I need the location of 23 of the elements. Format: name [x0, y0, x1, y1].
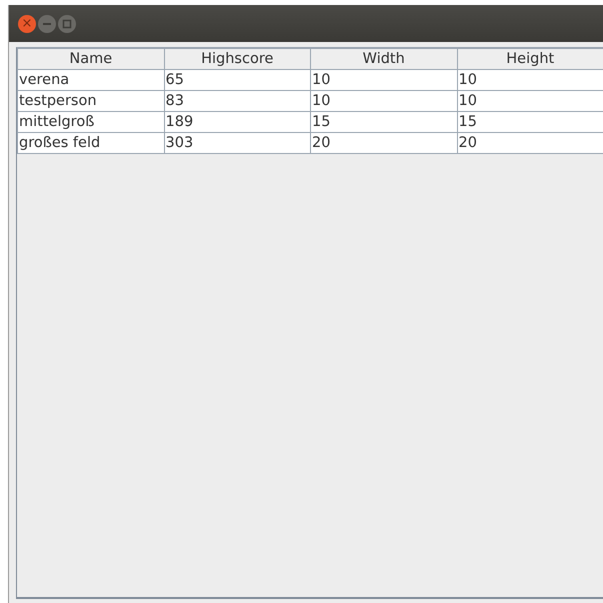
table-cell: 20	[457, 132, 603, 154]
minimize-button[interactable]	[38, 14, 56, 32]
table-cell: 15	[457, 112, 603, 132]
column-header[interactable]: Highscore	[164, 48, 310, 70]
table-cell: 189	[164, 112, 310, 132]
table-cell: testperson	[18, 90, 164, 112]
table-cell: mittelgroß	[18, 112, 164, 132]
square-icon	[62, 18, 72, 28]
column-header[interactable]: Height	[457, 48, 603, 70]
table-cell: 10	[310, 90, 457, 112]
column-header[interactable]: Name	[18, 48, 164, 70]
table-cell: 10	[457, 90, 603, 112]
table-cell: 10	[310, 70, 457, 90]
table-cell: verena	[18, 70, 164, 90]
table-cell: 65	[164, 70, 310, 90]
table-cell: 20	[310, 132, 457, 154]
table-cell: 15	[310, 112, 457, 132]
column-header[interactable]: Width	[310, 48, 457, 70]
maximize-button[interactable]	[58, 14, 76, 32]
table-cell: großes feld	[18, 132, 164, 154]
table-cell: 83	[164, 90, 310, 112]
table-cell: 303	[164, 132, 310, 154]
table-cell: 10	[457, 70, 603, 90]
